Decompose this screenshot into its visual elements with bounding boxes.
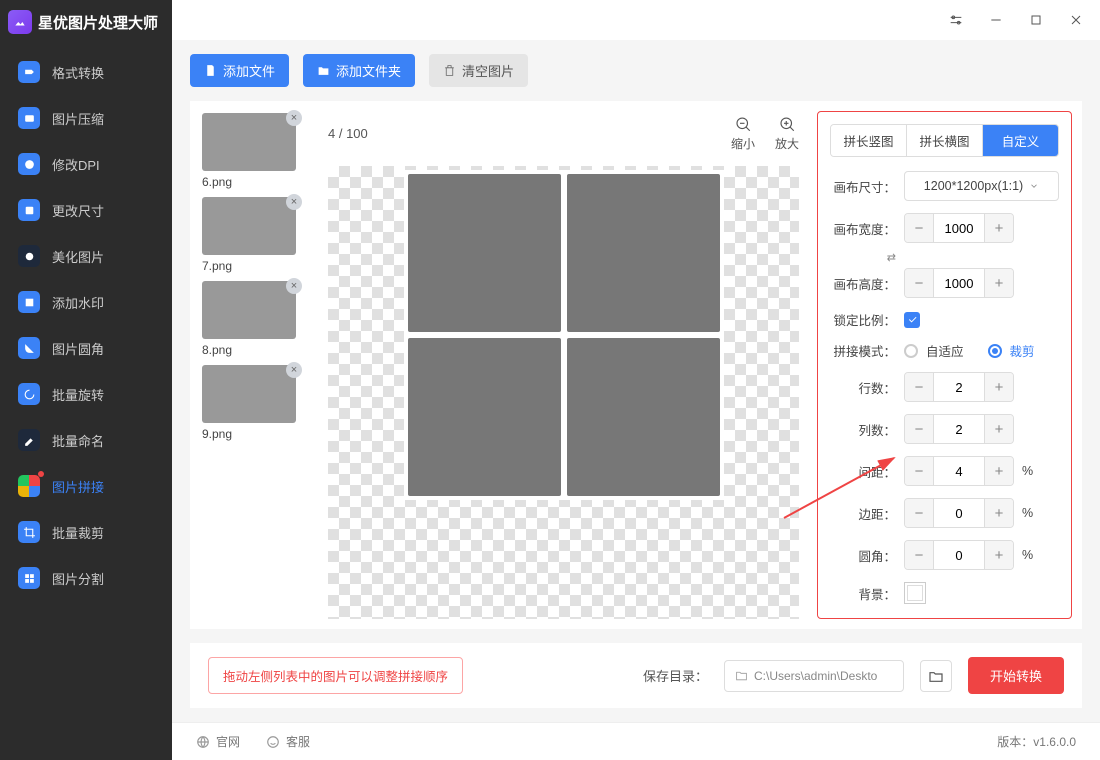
puzzle-icon (18, 475, 40, 497)
titlebar (172, 0, 1100, 40)
image-count: 4 / 100 (328, 126, 368, 141)
sidebar-item-dpi[interactable]: 修改DPI (0, 141, 172, 187)
website-link[interactable]: 官网 (196, 733, 240, 750)
remove-thumb-icon[interactable]: × (286, 194, 302, 210)
tab-vertical[interactable]: 拼长竖图 (831, 125, 906, 156)
workarea: ×6.png ×7.png ×8.png ×9.png 4 / 100 缩小 放… (190, 101, 1082, 629)
canvas-width-input[interactable] (933, 214, 985, 242)
maximize-icon[interactable] (1026, 10, 1046, 30)
list-item[interactable]: ×9.png (202, 365, 310, 441)
thumbnail-list: ×6.png ×7.png ×8.png ×9.png (190, 101, 310, 629)
zoom-out-button[interactable]: 缩小 (731, 115, 755, 152)
status-bar: 官网 客服 版本：v1.6.0.0 (172, 722, 1100, 760)
sidebar-item-stitch[interactable]: 图片拼接 (0, 463, 172, 509)
canvas-size-select[interactable]: 1200*1200px(1:1) (904, 171, 1059, 201)
app-logo: 星优图片处理大师 (0, 0, 172, 49)
list-item[interactable]: ×6.png (202, 113, 310, 189)
mode-crop-radio[interactable] (988, 344, 1002, 358)
sidebar-item-beautify[interactable]: 美化图片 (0, 233, 172, 279)
clear-button[interactable]: 清空图片 (429, 54, 528, 87)
tab-custom[interactable]: 自定义 (982, 125, 1058, 156)
increment-button[interactable]: + (985, 214, 1013, 242)
background-color-picker[interactable] (904, 582, 926, 604)
gap-stepper[interactable]: −+ (904, 456, 1014, 486)
drag-hint: 拖动左侧列表中的图片可以调整拼接顺序 (208, 657, 463, 694)
lock-ratio-checkbox[interactable] (904, 312, 920, 328)
sidebar-item-format[interactable]: 格式转换 (0, 49, 172, 95)
canvas-height-stepper[interactable]: −+ (904, 268, 1014, 298)
minimize-icon[interactable] (986, 10, 1006, 30)
decrement-button[interactable]: − (905, 269, 933, 297)
start-convert-button[interactable]: 开始转换 (968, 657, 1064, 694)
increment-button[interactable]: + (985, 269, 1013, 297)
sidebar-item-crop[interactable]: 批量裁剪 (0, 509, 172, 555)
support-link[interactable]: 客服 (266, 733, 310, 750)
toolbar: 添加文件 添加文件夹 清空图片 (172, 40, 1100, 101)
sidebar-item-rotate[interactable]: 批量旋转 (0, 371, 172, 417)
annotation-arrow-icon (779, 453, 899, 523)
save-path-field[interactable]: C:\Users\admin\Deskto (724, 660, 904, 692)
sidebar-item-rename[interactable]: 批量命名 (0, 417, 172, 463)
chevron-down-icon (1029, 181, 1039, 191)
notification-dot-icon (38, 471, 44, 477)
close-icon[interactable] (1066, 10, 1086, 30)
sidebar-item-split[interactable]: 图片分割 (0, 555, 172, 601)
canvas-preview[interactable] (328, 166, 799, 619)
mode-fit-radio[interactable] (904, 344, 918, 358)
canvas-height-input[interactable] (933, 269, 985, 297)
tab-horizontal[interactable]: 拼长横图 (906, 125, 982, 156)
canvas-width-stepper[interactable]: −+ (904, 213, 1014, 243)
folder-icon (735, 669, 748, 682)
remove-thumb-icon[interactable]: × (286, 110, 302, 126)
mode-tabs: 拼长竖图 拼长横图 自定义 (830, 124, 1059, 157)
browse-folder-button[interactable] (920, 660, 952, 692)
save-dir-label: 保存目录： (643, 666, 708, 685)
add-folder-button[interactable]: 添加文件夹 (303, 54, 415, 87)
sidebar-item-watermark[interactable]: 添加水印 (0, 279, 172, 325)
list-item[interactable]: ×7.png (202, 197, 310, 273)
sidebar: 星优图片处理大师 格式转换 图片压缩 修改DPI 更改尺寸 美化图片 添加水印 … (0, 0, 172, 760)
sidebar-item-resize[interactable]: 更改尺寸 (0, 187, 172, 233)
zoom-in-button[interactable]: 放大 (775, 115, 799, 152)
app-title: 星优图片处理大师 (38, 12, 158, 33)
decrement-button[interactable]: − (905, 214, 933, 242)
main-area: 添加文件 添加文件夹 清空图片 ×6.png ×7.png ×8.png ×9.… (172, 0, 1100, 760)
cols-stepper[interactable]: −+ (904, 414, 1014, 444)
footer-bar: 拖动左侧列表中的图片可以调整拼接顺序 保存目录： C:\Users\admin\… (190, 643, 1082, 708)
radius-stepper[interactable]: −+ (904, 540, 1014, 570)
settings-icon[interactable] (946, 10, 966, 30)
sidebar-item-radius[interactable]: 图片圆角 (0, 325, 172, 371)
list-item[interactable]: ×8.png (202, 281, 310, 357)
app-logo-icon (8, 10, 32, 34)
remove-thumb-icon[interactable]: × (286, 362, 302, 378)
remove-thumb-icon[interactable]: × (286, 278, 302, 294)
margin-stepper[interactable]: −+ (904, 498, 1014, 528)
add-file-button[interactable]: 添加文件 (190, 54, 289, 87)
settings-panel: 拼长竖图 拼长横图 自定义 画布尺寸： 1200*1200px(1:1) 画布宽… (817, 111, 1072, 619)
sidebar-item-compress[interactable]: 图片压缩 (0, 95, 172, 141)
canvas-area: 4 / 100 缩小 放大 (310, 101, 817, 629)
rows-stepper[interactable]: −+ (904, 372, 1014, 402)
version-label: 版本：v1.6.0.0 (997, 733, 1076, 750)
